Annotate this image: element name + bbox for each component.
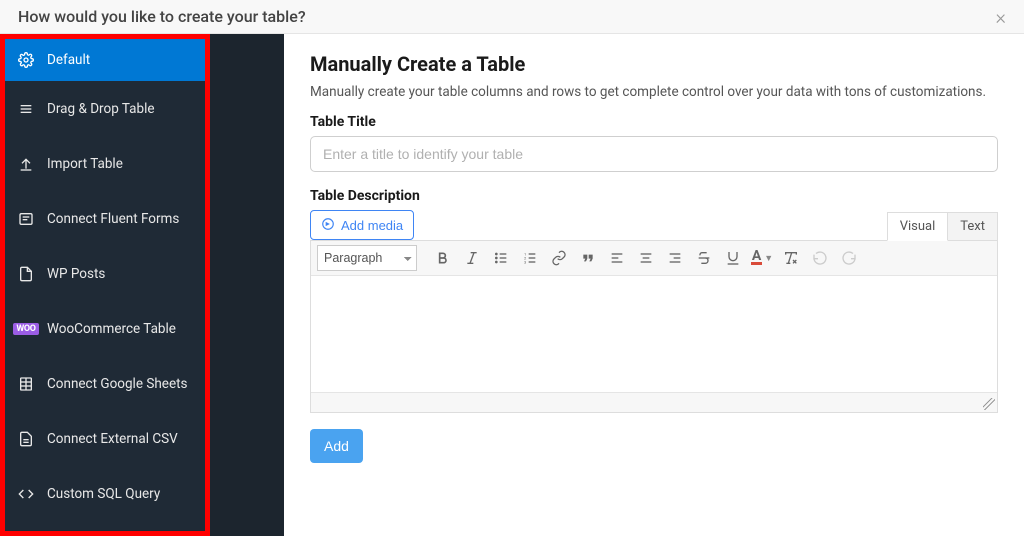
bold-icon[interactable] (430, 245, 456, 271)
woo-icon: WOO (17, 320, 35, 338)
table-title-input[interactable] (310, 136, 998, 172)
sidebar-item-label: Connect External CSV (47, 431, 178, 447)
upload-icon (17, 155, 35, 173)
sidebar-item-external-csv[interactable]: Connect External CSV (5, 411, 205, 466)
sidebar: Default Drag & Drop Table Import Table C… (0, 34, 210, 536)
sidebar-item-drag-drop[interactable]: Drag & Drop Table (5, 81, 205, 136)
link-icon[interactable] (546, 245, 572, 271)
strikethrough-icon[interactable] (691, 245, 717, 271)
sidebar-item-label: Import Table (47, 156, 123, 172)
code-icon (17, 485, 35, 503)
main-panel: Manually Create a Table Manually create … (284, 34, 1024, 536)
list-icon (17, 100, 35, 118)
spreadsheet-icon (17, 375, 35, 393)
file-text-icon (17, 430, 35, 448)
sidebar-filler (210, 34, 284, 536)
sidebar-item-fluent-forms[interactable]: Connect Fluent Forms (5, 191, 205, 246)
sidebar-item-wp-posts[interactable]: WP Posts (5, 246, 205, 301)
add-button[interactable]: Add (310, 429, 363, 463)
sidebar-item-label: Connect Google Sheets (47, 376, 188, 392)
clear-formatting-icon[interactable] (778, 245, 804, 271)
gear-icon (17, 51, 35, 69)
tab-visual[interactable]: Visual (887, 212, 949, 241)
sidebar-item-woocommerce[interactable]: WOO WooCommerce Table (5, 301, 205, 356)
modal-header: How would you like to create your table?… (0, 0, 1024, 34)
editor-statusbar (311, 392, 997, 412)
sidebar-item-sql[interactable]: Custom SQL Query (5, 466, 205, 521)
format-select[interactable]: Paragraph (317, 245, 417, 271)
redo-icon[interactable] (836, 245, 862, 271)
numbered-list-icon[interactable]: 123 (517, 245, 543, 271)
media-icon (321, 217, 335, 234)
editor-tabs: Visual Text (887, 211, 998, 240)
align-center-icon[interactable] (633, 245, 659, 271)
sidebar-item-label: Connect Fluent Forms (47, 211, 179, 227)
bullet-list-icon[interactable] (488, 245, 514, 271)
editor-box: Paragraph 123 A▼ (310, 240, 998, 413)
resize-handle-icon[interactable] (983, 398, 995, 410)
form-icon (17, 210, 35, 228)
underline-icon[interactable] (720, 245, 746, 271)
modal-title: How would you like to create your table? (18, 7, 306, 26)
align-left-icon[interactable] (604, 245, 630, 271)
document-icon (17, 265, 35, 283)
table-title-label: Table Title (310, 114, 998, 130)
quote-icon[interactable] (575, 245, 601, 271)
sidebar-item-default[interactable]: Default (5, 39, 205, 81)
page-title: Manually Create a Table (310, 52, 998, 76)
align-right-icon[interactable] (662, 245, 688, 271)
svg-text:3: 3 (524, 259, 526, 264)
italic-icon[interactable] (459, 245, 485, 271)
close-icon[interactable]: × (996, 5, 1006, 29)
sidebar-item-label: Drag & Drop Table (47, 101, 155, 117)
tab-text[interactable]: Text (948, 212, 998, 241)
add-media-button[interactable]: Add media (310, 210, 414, 240)
editor-textarea[interactable] (311, 276, 997, 392)
table-description-label: Table Description (310, 188, 420, 204)
sidebar-item-label: Default (47, 52, 90, 68)
sidebar-item-label: Custom SQL Query (47, 486, 160, 502)
sidebar-item-label: WP Posts (47, 266, 105, 282)
editor-toolbar: Paragraph 123 A▼ (311, 241, 997, 276)
page-description: Manually create your table columns and r… (310, 84, 998, 100)
sidebar-item-google-sheets[interactable]: Connect Google Sheets (5, 356, 205, 411)
sidebar-item-label: WooCommerce Table (47, 321, 176, 337)
undo-icon[interactable] (807, 245, 833, 271)
modal-body: Default Drag & Drop Table Import Table C… (0, 34, 1024, 536)
sidebar-item-import[interactable]: Import Table (5, 136, 205, 191)
text-color-icon[interactable]: A▼ (749, 245, 775, 271)
